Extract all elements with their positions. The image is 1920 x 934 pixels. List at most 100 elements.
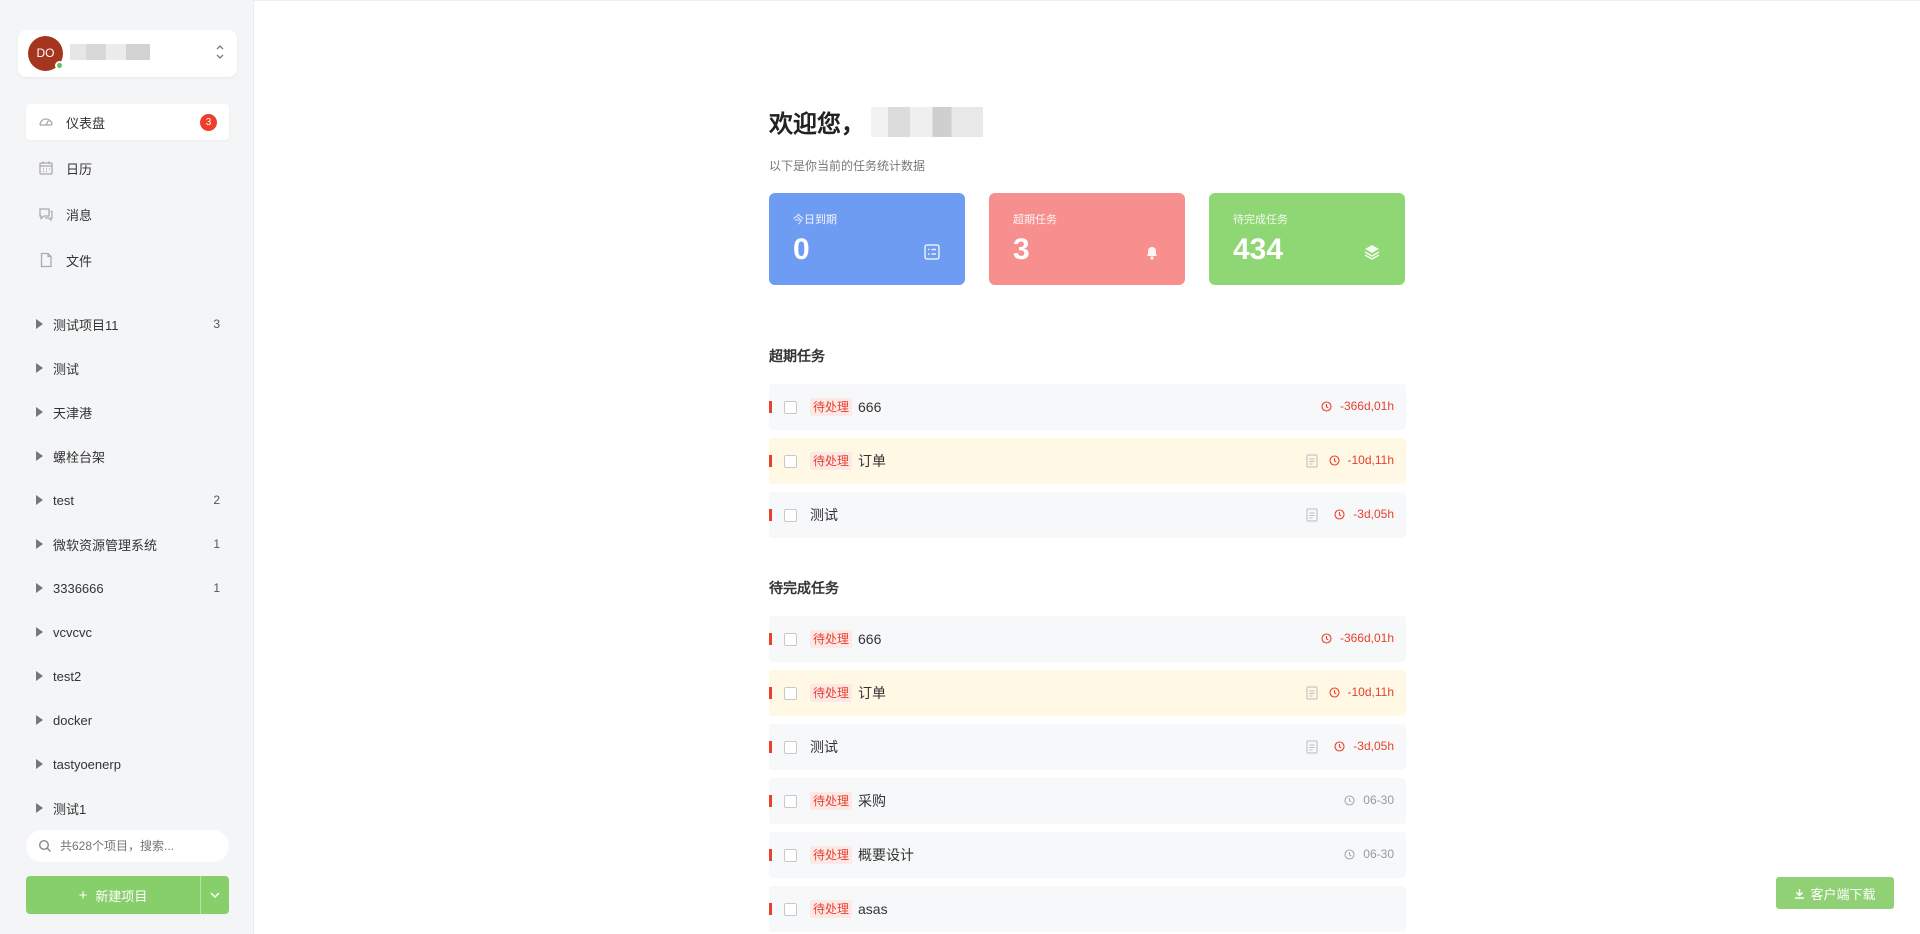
task-name[interactable]: 订单 bbox=[858, 452, 886, 470]
task-checkbox[interactable] bbox=[784, 401, 797, 414]
status-badge: 待处理 bbox=[810, 900, 853, 918]
stat-card[interactable]: 今日到期 0 bbox=[769, 193, 965, 285]
clock-icon bbox=[1328, 686, 1344, 698]
file-icon bbox=[37, 251, 55, 269]
task-name[interactable]: 采购 bbox=[858, 792, 886, 810]
task-deadline: -366d,01h bbox=[1321, 631, 1394, 645]
user-name-redacted bbox=[70, 44, 150, 60]
priority-marker bbox=[769, 687, 772, 699]
nav-item-1[interactable]: 日历 bbox=[26, 150, 229, 186]
status-badge: 待处理 bbox=[810, 398, 853, 416]
task-name[interactable]: 概要设计 bbox=[858, 846, 914, 864]
stat-card[interactable]: 待完成任务 434 bbox=[1209, 193, 1405, 285]
priority-marker bbox=[769, 903, 772, 915]
task-deadline: -3d,05h bbox=[1334, 507, 1394, 521]
project-task-count: 1 bbox=[213, 537, 220, 551]
nav-item-0[interactable]: 仪表盘 3 bbox=[26, 104, 229, 140]
task-row[interactable]: 待处理 订单 -10d,11h bbox=[769, 438, 1406, 484]
task-name[interactable]: 测试 bbox=[810, 738, 838, 756]
download-icon bbox=[1795, 888, 1805, 899]
caret-right-icon[interactable] bbox=[36, 495, 43, 505]
project-item[interactable]: docker bbox=[36, 708, 220, 732]
description-icon bbox=[1306, 686, 1318, 700]
task-row[interactable]: 测试 -3d,05h bbox=[769, 724, 1406, 770]
nav-item-3[interactable]: 文件 bbox=[26, 242, 229, 278]
project-item[interactable]: test2 bbox=[36, 664, 220, 688]
task-checkbox[interactable] bbox=[784, 741, 797, 754]
task-checkbox[interactable] bbox=[784, 633, 797, 646]
new-project-dropdown[interactable] bbox=[201, 876, 229, 914]
project-item[interactable]: 测试 bbox=[36, 356, 220, 380]
clock-icon bbox=[1328, 454, 1344, 466]
task-row[interactable]: 待处理 666 -366d,01h bbox=[769, 384, 1406, 430]
project-item[interactable]: vcvcvc bbox=[36, 620, 220, 644]
task-name[interactable]: 订单 bbox=[858, 684, 886, 702]
caret-right-icon[interactable] bbox=[36, 803, 43, 813]
task-deadline: -10d,11h bbox=[1328, 453, 1394, 467]
caret-right-icon[interactable] bbox=[36, 671, 43, 681]
task-row[interactable]: 测试 -3d,05h bbox=[769, 492, 1406, 538]
search-input[interactable] bbox=[60, 839, 220, 853]
caret-right-icon[interactable] bbox=[36, 407, 43, 417]
deadline-text: -10d,11h bbox=[1347, 685, 1394, 699]
priority-marker bbox=[769, 455, 772, 467]
stat-card-value: 0 bbox=[793, 233, 810, 266]
client-download-button[interactable]: 客户端下载 bbox=[1776, 877, 1894, 909]
caret-right-icon[interactable] bbox=[36, 759, 43, 769]
task-name[interactable]: 666 bbox=[858, 630, 881, 648]
task-checkbox[interactable] bbox=[784, 849, 797, 862]
priority-marker bbox=[769, 849, 772, 861]
clock-icon bbox=[1334, 508, 1349, 520]
project-item[interactable]: tastyoenerp bbox=[36, 752, 220, 776]
nav-item-2[interactable]: 消息 bbox=[26, 196, 229, 232]
project-name: 螺栓台架 bbox=[53, 449, 106, 465]
caret-right-icon[interactable] bbox=[36, 319, 43, 329]
stat-card[interactable]: 超期任务 3 bbox=[989, 193, 1185, 285]
task-name[interactable]: 测试 bbox=[810, 506, 838, 524]
task-row[interactable]: 待处理 666 -366d,01h bbox=[769, 616, 1406, 662]
project-item[interactable]: test2 bbox=[36, 488, 220, 512]
caret-right-icon[interactable] bbox=[36, 363, 43, 373]
nav-item-label: 日历 bbox=[66, 161, 93, 177]
deadline-text: -10d,11h bbox=[1347, 453, 1394, 467]
task-checkbox[interactable] bbox=[784, 687, 797, 700]
deadline-text: -366d,01h bbox=[1339, 399, 1394, 413]
project-search[interactable] bbox=[26, 830, 229, 862]
project-item[interactable]: 测试项目11 3 bbox=[36, 312, 220, 336]
caret-right-icon[interactable] bbox=[36, 627, 43, 637]
task-checkbox[interactable] bbox=[784, 795, 797, 808]
deadline-text: -3d,05h bbox=[1353, 507, 1394, 521]
avatar[interactable]: DO bbox=[28, 36, 64, 71]
project-item[interactable]: 微软资源管理系统 1 bbox=[36, 532, 220, 556]
task-name[interactable]: 666 bbox=[858, 398, 881, 416]
task-name[interactable]: asas bbox=[858, 900, 888, 918]
chevron-updown-icon[interactable] bbox=[215, 42, 225, 64]
caret-right-icon[interactable] bbox=[36, 451, 43, 461]
new-project-button[interactable]: + 新建项目 bbox=[26, 876, 201, 914]
task-row[interactable]: 待处理 采购 06-30 bbox=[769, 778, 1406, 824]
welcome-heading: 欢迎您， bbox=[769, 104, 983, 139]
user-switcher[interactable]: DO bbox=[18, 30, 237, 77]
welcome-subtitle: 以下是你当前的任务统计数据 bbox=[769, 159, 926, 173]
task-checkbox[interactable] bbox=[784, 509, 797, 522]
deadline-text: -366d,01h bbox=[1339, 631, 1394, 645]
caret-right-icon[interactable] bbox=[36, 539, 43, 549]
welcome-title: 欢迎您， bbox=[769, 111, 865, 138]
message-icon bbox=[37, 205, 55, 223]
avatar-initials: DO bbox=[36, 46, 55, 60]
project-item[interactable]: 天津港 bbox=[36, 400, 220, 424]
project-name: 天津港 bbox=[53, 405, 93, 421]
project-item[interactable]: 测试1 bbox=[36, 796, 220, 820]
project-item[interactable]: 螺栓台架 bbox=[36, 444, 220, 468]
task-checkbox[interactable] bbox=[784, 455, 797, 468]
priority-marker bbox=[769, 741, 772, 753]
caret-right-icon[interactable] bbox=[36, 715, 43, 725]
task-row[interactable]: 待处理 订单 -10d,11h bbox=[769, 670, 1406, 716]
project-item[interactable]: 3336666 1 bbox=[36, 576, 220, 600]
task-checkbox[interactable] bbox=[784, 903, 797, 916]
task-row[interactable]: 待处理 asas bbox=[769, 886, 1406, 932]
clock-icon bbox=[1344, 848, 1359, 860]
task-row[interactable]: 待处理 概要设计 06-30 bbox=[769, 832, 1406, 878]
caret-right-icon[interactable] bbox=[36, 583, 43, 593]
layers-icon bbox=[1363, 243, 1381, 261]
